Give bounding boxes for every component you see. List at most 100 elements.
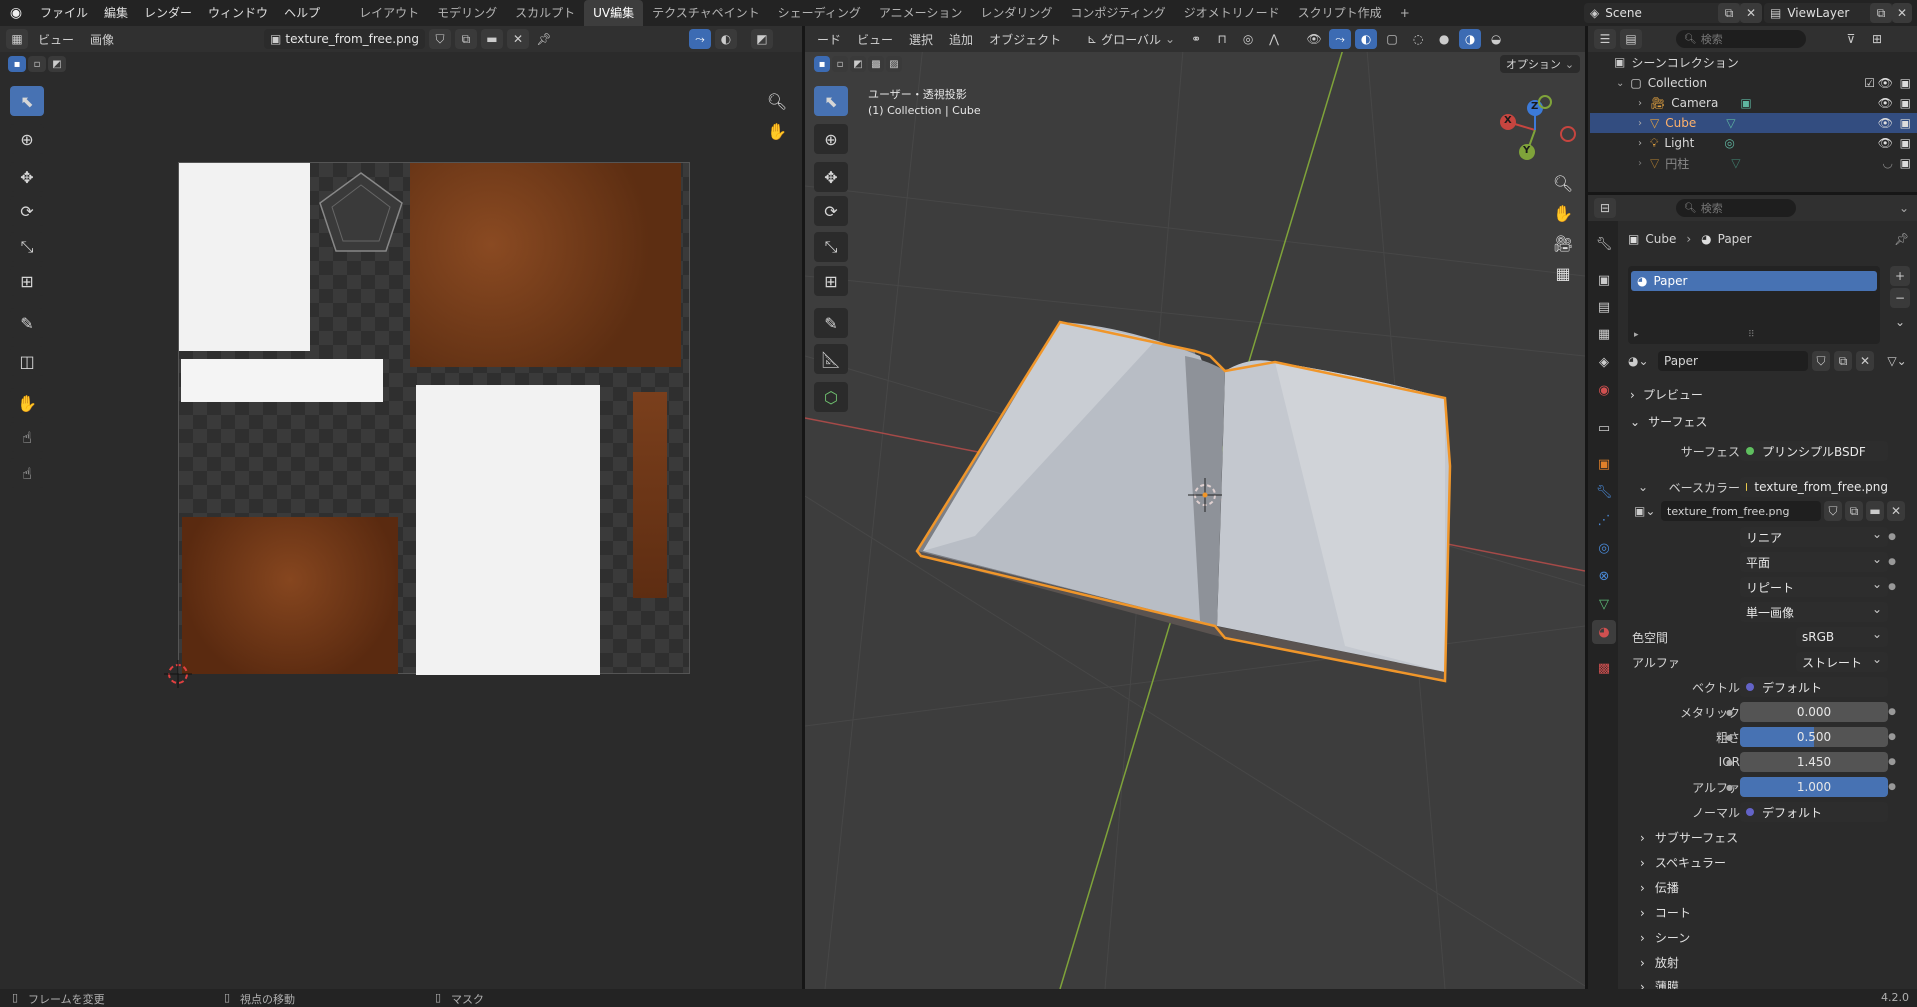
open-image-icon[interactable]: ▬ <box>1866 501 1884 521</box>
falloff-icon[interactable]: ⋀ <box>1263 29 1285 49</box>
menu-file[interactable]: ファイル <box>32 0 96 26</box>
tab-compositing[interactable]: コンポジティング <box>1061 0 1174 26</box>
uv-menu-view[interactable]: ビュー <box>32 31 80 48</box>
particles-properties-icon[interactable]: ⋰ <box>1592 508 1616 532</box>
physics-properties-icon[interactable]: ◎ <box>1592 536 1616 560</box>
relax-tool-icon[interactable]: ☝ <box>10 422 44 452</box>
zoom-icon[interactable]: 🔍︎ <box>764 88 790 114</box>
outliner-item-camera[interactable]: › 🎥︎ Camera ▣ 👁︎ ▣ <box>1590 93 1917 113</box>
fake-user-icon[interactable]: ⛉ <box>1824 501 1842 521</box>
pin-icon[interactable]: 📌︎ <box>1894 232 1909 246</box>
image-datablock-row[interactable]: ▣⌄ texture_from_free.png ⛉ ⧉ ▬ ✕ <box>1634 501 1905 521</box>
vertex-select-icon[interactable]: ▪ <box>8 56 26 72</box>
display-mode-icon[interactable]: ▤ <box>1620 29 1642 49</box>
transform-tool-icon[interactable]: ⊞ <box>814 266 848 296</box>
keyframe-dot-icon[interactable]: ● <box>1888 532 1896 542</box>
render-camera-icon[interactable]: ▣ <box>1900 116 1911 130</box>
tab-scripting[interactable]: スクリプト作成 <box>1289 0 1391 26</box>
uv-select-mode[interactable]: ▪ ▫ ◩ <box>8 56 66 72</box>
new-collection-icon[interactable]: ⊞ <box>1866 29 1888 49</box>
vp-menu-select[interactable]: 選択 <box>903 31 939 48</box>
chevron-right-icon[interactable]: › <box>1638 158 1642 169</box>
world-properties-icon[interactable]: ◉ <box>1592 378 1616 402</box>
unlink-image-icon[interactable]: ✕ <box>1887 501 1905 521</box>
outliner-root[interactable]: ▣ シーンコレクション <box>1590 52 1917 72</box>
material-name-field[interactable]: Paper <box>1658 351 1808 371</box>
section-emission[interactable]: › 放射 <box>1640 954 1679 971</box>
display-channels-icon[interactable]: ◩ <box>750 29 773 49</box>
collection-properties-icon[interactable]: ▭ <box>1592 416 1616 440</box>
pivot-icon[interactable]: ⚭ <box>1185 29 1207 49</box>
chevron-right-icon[interactable]: › <box>1638 118 1642 129</box>
extension-dropdown[interactable]: リピート <box>1740 577 1888 597</box>
chevron-right-icon[interactable]: ▸ <box>1634 330 1639 340</box>
scale-tool-icon[interactable]: ⤡ <box>10 232 44 262</box>
metallic-slider[interactable]: 0.000 <box>1740 702 1888 722</box>
select-tool-icon[interactable]: ⬉ <box>10 86 44 116</box>
section-sheen[interactable]: › シーン <box>1640 929 1690 946</box>
new-image-icon[interactable]: ⧉ <box>454 29 477 49</box>
cursor-tool-icon[interactable]: ⊕ <box>10 124 44 154</box>
keyframe-dot-icon[interactable]: ● <box>1888 757 1896 767</box>
cursor-tool-icon[interactable]: ⊕ <box>814 124 848 154</box>
blender-logo-icon[interactable]: ◉ <box>0 5 32 21</box>
image-browse-button[interactable]: ▣ texture_from_free.png <box>264 29 425 49</box>
new-scene-icon[interactable]: ⧉ <box>1718 3 1740 23</box>
select-box-tool-icon[interactable]: ⬉ <box>814 86 848 116</box>
outliner-search[interactable]: 🔍︎ 検索 <box>1676 30 1806 48</box>
vertex-mode-icon[interactable]: ▪ <box>814 56 830 72</box>
pinch-tool-icon[interactable]: ☝ <box>10 458 44 488</box>
outliner-collection[interactable]: ⌄ ▢ Collection ☑ 👁︎ ▣ <box>1590 73 1917 93</box>
unlink-image-icon[interactable]: ✕ <box>506 29 529 49</box>
chevron-right-icon[interactable]: › <box>1638 138 1642 149</box>
add-slot-icon[interactable]: + <box>1890 266 1910 286</box>
keyframe-dot-icon[interactable]: ● <box>1888 732 1896 742</box>
proportional-edit-icon[interactable]: ◎ <box>1237 29 1259 49</box>
render-camera-icon[interactable]: ▣ <box>1900 76 1911 90</box>
slot-specials-icon[interactable]: ⌄ <box>1890 312 1910 332</box>
ior-field[interactable]: 1.450 <box>1740 752 1888 772</box>
material-slot-item[interactable]: ◕ Paper <box>1631 271 1877 291</box>
texture-properties-icon[interactable]: ▩ <box>1592 656 1616 680</box>
outliner-item-cylinder[interactable]: › ▽ 円柱 ▽ ◡ ▣ <box>1590 153 1917 173</box>
chevron-right-icon[interactable]: › <box>1638 98 1642 109</box>
tool-settings-icon[interactable]: 🔧︎ <box>1592 232 1616 256</box>
overlay-toggle-icon[interactable]: ◐ <box>1355 29 1378 49</box>
rip-region-tool-icon[interactable]: ◫ <box>10 346 44 376</box>
3d-viewport[interactable] <box>805 26 1585 989</box>
vp-menu-add[interactable]: 追加 <box>943 31 979 48</box>
delete-scene-icon[interactable]: ✕ <box>1740 3 1762 23</box>
tab-layout[interactable]: レイアウト <box>350 0 428 26</box>
base-color-field[interactable]: texture_from_free.png <box>1740 477 1888 497</box>
tab-modeling[interactable]: モデリング <box>428 0 506 26</box>
pan-hand-icon[interactable]: ✋ <box>764 118 790 144</box>
image-name-field[interactable]: texture_from_free.png <box>1661 501 1821 521</box>
section-surface[interactable]: ⌄ サーフェス <box>1630 413 1707 430</box>
fake-user-icon[interactable]: ⛉ <box>1812 351 1830 371</box>
keyframe-dot-icon[interactable]: ● <box>1888 782 1896 792</box>
vp-menu-mode[interactable]: ード <box>811 31 847 48</box>
rotate-tool-icon[interactable]: ⟳ <box>10 196 44 226</box>
tab-texture-paint[interactable]: テクスチャペイント <box>643 0 769 26</box>
section-preview[interactable]: › プレビュー <box>1630 386 1703 403</box>
uv-menu-image[interactable]: 画像 <box>84 31 120 48</box>
vp-menu-view[interactable]: ビュー <box>851 31 899 48</box>
select-subtract-icon[interactable]: ▨ <box>886 56 902 72</box>
tab-rendering[interactable]: レンダリング <box>971 0 1061 26</box>
wireframe-shading-icon[interactable]: ◌ <box>1407 29 1429 49</box>
add-workspace-button[interactable]: + <box>1391 0 1419 26</box>
delete-viewlayer-icon[interactable]: ✕ <box>1892 3 1912 23</box>
menu-help[interactable]: ヘルプ <box>276 0 328 26</box>
section-transmission[interactable]: › 伝播 <box>1640 879 1679 896</box>
render-camera-icon[interactable]: ▣ <box>1900 96 1911 110</box>
annotate-tool-icon[interactable]: ✎ <box>10 308 44 338</box>
uv-image-canvas[interactable] <box>178 162 690 675</box>
visibility-icon[interactable]: 👁︎ <box>1303 29 1325 49</box>
eye-icon[interactable]: 👁︎ <box>1878 76 1893 90</box>
material-browse[interactable]: ◕⌄ Paper ⛉ ⧉ ✕ ▽⌄ <box>1628 351 1908 371</box>
options-dropdown[interactable]: オプション ⌄ <box>1500 55 1580 73</box>
outliner-editor-icon[interactable]: ☰ <box>1594 29 1616 49</box>
annotate-tool-icon[interactable]: ✎ <box>814 308 848 338</box>
gizmo-toggle-icon[interactable]: ⤳ <box>1329 29 1352 49</box>
filter-icon[interactable]: ⊽ <box>1840 29 1862 49</box>
